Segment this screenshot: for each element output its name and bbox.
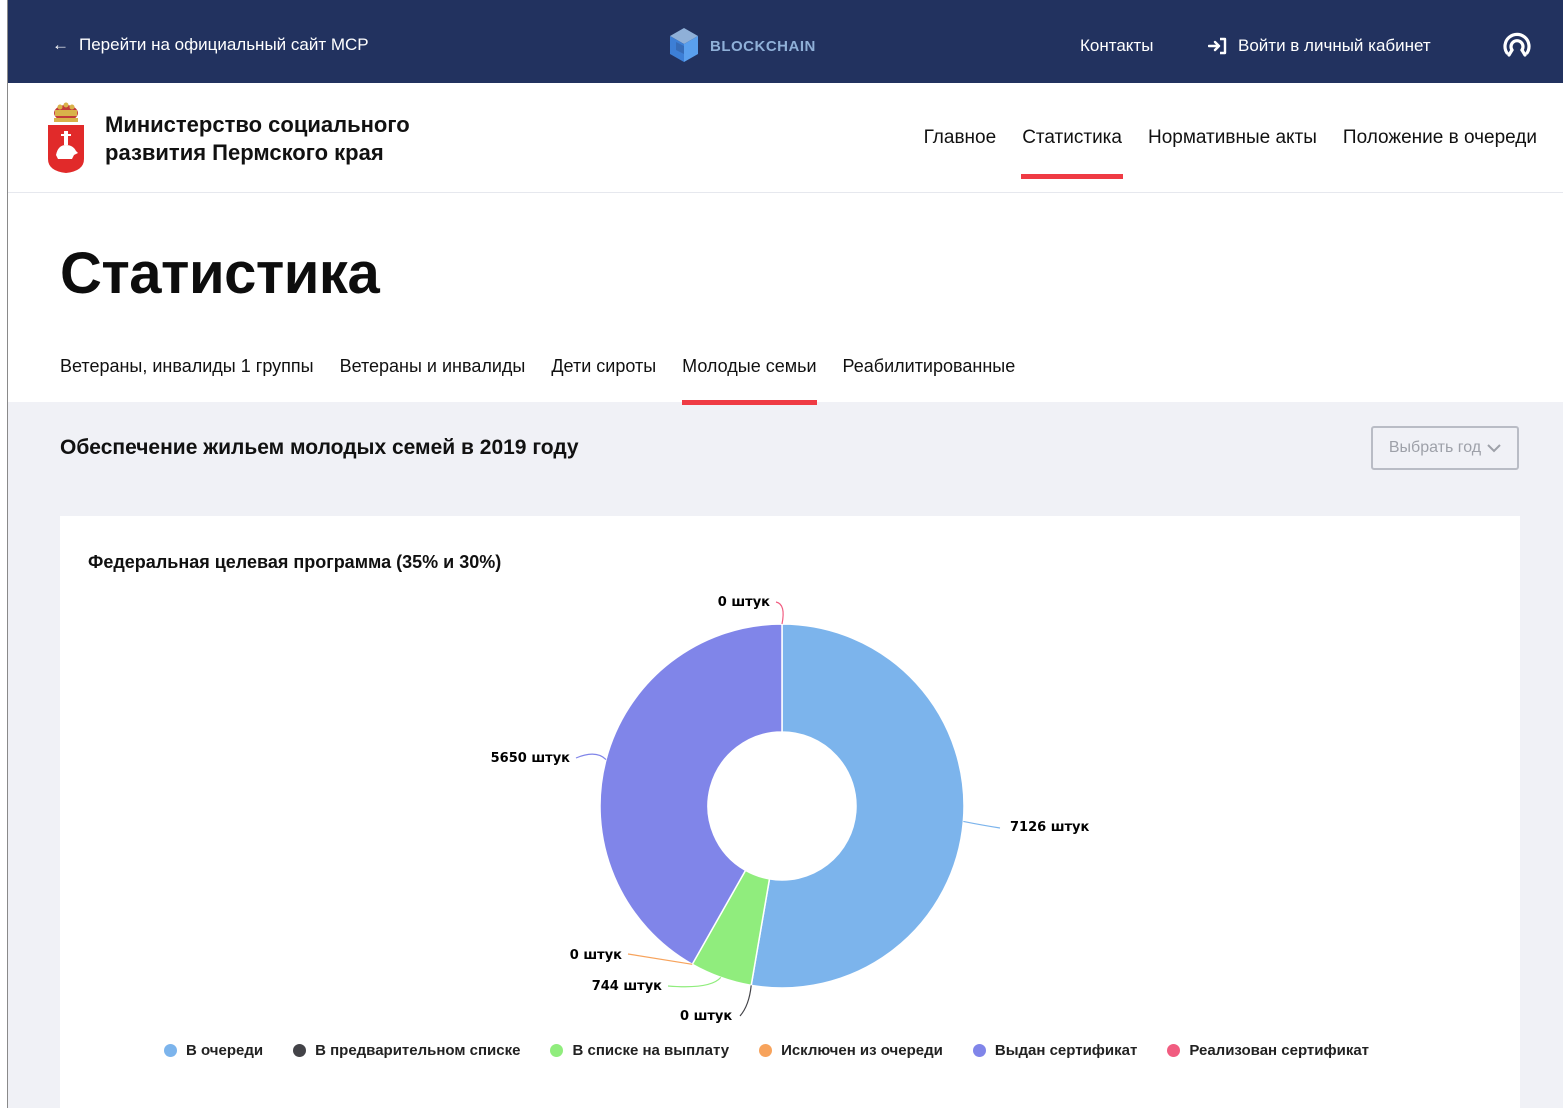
category-tabs: Ветераны, инвалиды 1 группы Ветераны и и… xyxy=(60,356,1015,405)
legend-dot xyxy=(1167,1044,1181,1057)
data-label-connector-certificate-realized xyxy=(775,601,784,625)
data-label-in-queue: 7126 штук xyxy=(1010,820,1090,835)
blockchain-logo[interactable]: BLOCKCHAIN xyxy=(668,26,816,66)
legend-label: В предварительном списке xyxy=(315,1042,521,1059)
legend-item-preliminary-list[interactable]: В предварительном списке xyxy=(293,1042,520,1059)
nav-item-queue-position[interactable]: Положение в очереди xyxy=(1343,127,1537,179)
tab-rehabilitated[interactable]: Реабилитированные xyxy=(843,356,1016,405)
legend-label: Реализован сертификат xyxy=(1189,1042,1370,1059)
data-label-preliminary-list: 0 штук xyxy=(680,1009,732,1024)
data-label-certificate-issued: 5650 штук xyxy=(491,751,571,766)
legend-item-in-queue[interactable]: В очереди xyxy=(164,1042,263,1059)
nav-item-statistics[interactable]: Статистика xyxy=(1021,127,1123,179)
lifebuoy-icon xyxy=(1503,32,1531,57)
organization-name[interactable]: Министерство социального развития Пермск… xyxy=(105,111,505,167)
legend-item-excluded[interactable]: Исключен из очереди xyxy=(759,1042,943,1059)
back-to-official-site-link[interactable]: ← Перейти на официальный сайт МСР xyxy=(52,35,369,55)
data-label-connector-in-queue xyxy=(963,820,1001,829)
legend-dot xyxy=(759,1044,773,1057)
org-name-line-2: развития Пермского края xyxy=(105,140,384,165)
blockchain-label: BLOCKCHAIN xyxy=(710,37,816,55)
data-label-connector-certificate-issued xyxy=(575,753,607,761)
legend-label: В списке на выплату xyxy=(572,1042,730,1059)
data-label-excluded: 0 штук xyxy=(570,948,622,963)
select-year-label: Выбрать год xyxy=(1388,439,1482,456)
tab-veterans-disabled[interactable]: Ветераны и инвалиды xyxy=(340,356,526,405)
chart-legend: В очереди В предварительном списке В спи… xyxy=(164,1042,1369,1059)
statistics-content: Обеспечение жильем молодых семей в 2019 … xyxy=(8,402,1563,1108)
site-header: Министерство социального развития Пермск… xyxy=(8,83,1563,193)
page-title: Статистика xyxy=(60,241,380,306)
legend-item-certificate-realized[interactable]: Реализован сертификат xyxy=(1167,1042,1369,1059)
login-link[interactable]: Войти в личный кабинет xyxy=(1208,36,1431,56)
arrow-left-icon: ← xyxy=(52,35,69,54)
blockchain-cube-icon xyxy=(670,28,698,62)
legend-label: В очереди xyxy=(186,1042,264,1059)
legend-dot xyxy=(550,1044,564,1057)
legend-dot xyxy=(293,1044,307,1057)
window-edge xyxy=(0,0,8,1108)
tab-orphans[interactable]: Дети сироты xyxy=(551,356,656,405)
legend-label: Исключен из очереди xyxy=(781,1042,943,1059)
legend-label: Выдан сертификат xyxy=(994,1042,1138,1059)
back-link-label: Перейти на официальный сайт МСР xyxy=(79,35,369,54)
chevron-down-icon xyxy=(1487,444,1501,453)
data-label-payment-list: 744 штук xyxy=(592,979,662,994)
org-name-line-1: Министерство социального xyxy=(105,112,410,137)
login-label: Войти в личный кабинет xyxy=(1238,36,1431,55)
legend-dot xyxy=(164,1044,177,1057)
help-button[interactable] xyxy=(1502,26,1532,63)
donut-slice-in-queue[interactable] xyxy=(750,623,965,989)
chart-card: Федеральная целевая программа (35% и 30%… xyxy=(60,516,1520,1108)
section-title: Обеспечение жильем молодых семей в 2019 … xyxy=(60,436,579,459)
contacts-link[interactable]: Контакты xyxy=(1080,36,1153,56)
tab-young-families[interactable]: Молодые семьи xyxy=(682,356,817,405)
legend-item-payment-list[interactable]: В списке на выплату xyxy=(550,1042,729,1059)
top-bar: ← Перейти на официальный сайт МСР BLOCKC… xyxy=(8,0,1563,83)
nav-item-main[interactable]: Главное xyxy=(924,127,997,179)
nav-item-normative-acts[interactable]: Нормативные акты xyxy=(1148,127,1317,179)
legend-item-certificate-issued[interactable]: Выдан сертификат xyxy=(972,1042,1138,1059)
tab-veterans-disabled-group-1[interactable]: Ветераны, инвалиды 1 группы xyxy=(60,356,314,405)
legend-dot xyxy=(972,1044,986,1057)
data-label-certificate-realized: 0 штук xyxy=(718,595,770,610)
donut-chart: 7126 штук 0 штук 744 штук 0 штук 5650 штук 0 … xyxy=(491,595,1090,1024)
perm-krai-emblem-icon[interactable] xyxy=(46,101,86,180)
select-year-button[interactable]: Выбрать год xyxy=(1371,426,1519,470)
data-label-connector-payment-list xyxy=(667,976,722,988)
data-label-connector-preliminary-list xyxy=(739,985,752,1017)
main-nav: Главное Статистика Нормативные акты Поло… xyxy=(924,127,1537,179)
login-icon xyxy=(1208,37,1227,55)
